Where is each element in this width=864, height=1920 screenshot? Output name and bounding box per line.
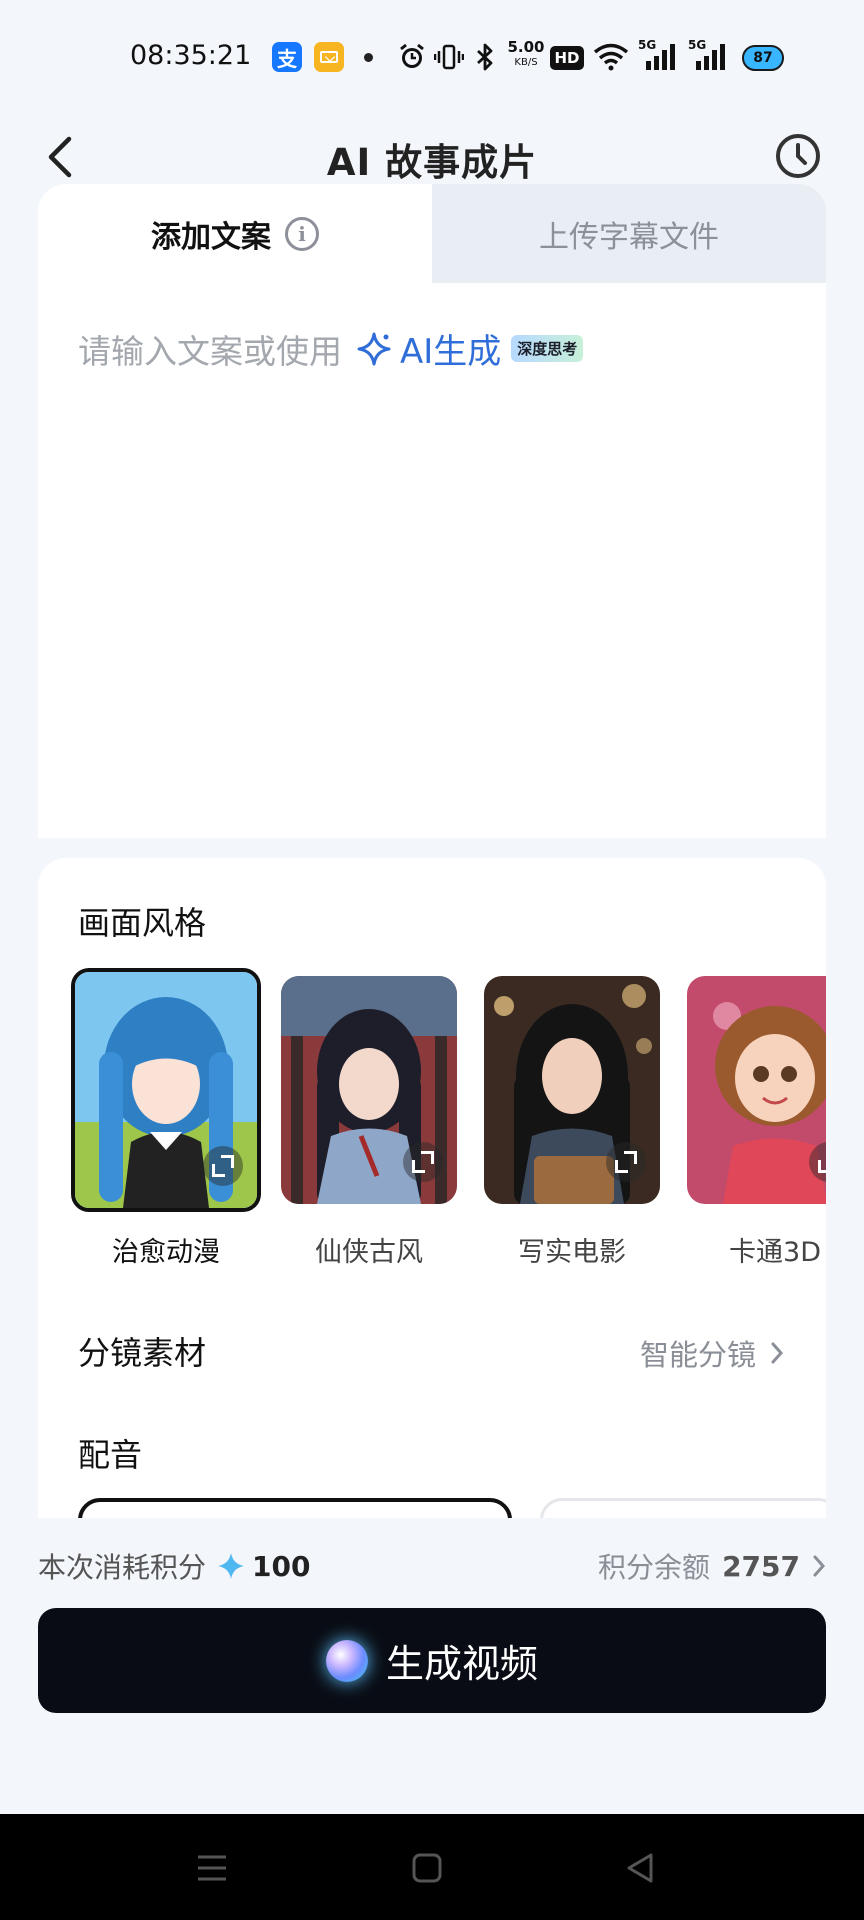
signal-5g-icon: 5G	[688, 38, 728, 72]
script-input[interactable]: 请输入文案或使用 AI生成 深度思考	[78, 324, 584, 373]
wifi-icon	[592, 42, 630, 72]
voice-option[interactable]	[78, 1498, 512, 1518]
mail-icon	[314, 42, 344, 72]
expand-icon[interactable]	[403, 1142, 443, 1182]
style-thumbnail	[484, 976, 660, 1204]
page-title: AI 故事成片	[326, 141, 538, 184]
style-thumbnail	[71, 968, 261, 1212]
deep-think-badge: 深度思考	[511, 335, 584, 362]
cost-value: 100	[252, 1549, 311, 1583]
cost-info: 本次消耗积分 100	[38, 1546, 310, 1586]
balance-label: 积分余额	[598, 1551, 711, 1584]
generate-video-button[interactable]: 生成视频	[38, 1608, 826, 1713]
back-triangle-icon[interactable]	[610, 1840, 670, 1896]
generate-label: 生成视频	[385, 1642, 538, 1686]
speed-unit: KB/S	[514, 57, 538, 68]
hd-icon: HD	[550, 46, 584, 70]
style-label: 写实电影	[518, 1237, 626, 1268]
bluetooth-icon	[472, 42, 498, 72]
style-thumbnail	[687, 976, 826, 1204]
ai-orb-icon	[325, 1639, 368, 1682]
storyboard-selector[interactable]: 智能分镜	[640, 1332, 784, 1374]
cost-label: 本次消耗积分	[38, 1551, 207, 1584]
history-button[interactable]	[772, 130, 824, 182]
vibrate-icon	[434, 42, 464, 72]
tab-upload-subtitles[interactable]: 上传字幕文件	[432, 184, 826, 283]
style-label: 仙侠古风	[315, 1237, 423, 1268]
info-icon[interactable]: i	[285, 216, 319, 251]
signal-label: 5G	[638, 38, 657, 52]
style-label: 治愈动漫	[112, 1237, 220, 1268]
status-bar: 08:35:21 支 5.00 KB/S HD 5G 5G 87	[0, 0, 864, 110]
signal-5g-icon: 5G	[638, 38, 678, 72]
tab-label: 上传字幕文件	[539, 219, 719, 255]
speed-value: 5.00	[507, 38, 545, 56]
balance-link[interactable]: 积分余额 2757	[598, 1546, 826, 1586]
clock-history-icon	[776, 134, 820, 178]
style-label: 卡通3D	[729, 1237, 821, 1268]
home-icon[interactable]	[397, 1840, 457, 1896]
ai-generate-label: AI生成	[400, 332, 502, 372]
signal-label: 5G	[688, 38, 707, 52]
script-placeholder: 请输入文案或使用	[78, 331, 342, 371]
chevron-right-icon	[771, 1342, 784, 1364]
expand-icon[interactable]	[203, 1146, 243, 1186]
settings-card: 画面风格 治愈动漫 仙侠古风 写实电影 卡通3D 分镜素材 智能分镜 配音	[38, 858, 826, 1518]
tab-add-script[interactable]: 添加文案 i	[38, 184, 432, 283]
tab-label: 添加文案	[151, 219, 271, 255]
battery-icon: 87	[742, 45, 784, 71]
style-thumbnail	[281, 976, 457, 1204]
points-sparkle-icon	[218, 1553, 245, 1579]
alipay-icon: 支	[272, 42, 302, 72]
cost-row: 本次消耗积分 100 积分余额 2757	[38, 1546, 826, 1588]
balance-value: 2757	[722, 1549, 800, 1583]
alarm-icon	[397, 42, 427, 72]
sparkle-icon	[357, 332, 391, 365]
system-nav-bar	[0, 1814, 864, 1920]
ai-generate-button[interactable]: AI生成	[356, 324, 501, 373]
storyboard-value: 智能分镜	[639, 1338, 756, 1372]
expand-icon[interactable]	[606, 1142, 646, 1182]
notification-dot-icon	[363, 42, 373, 72]
voice-option[interactable]	[540, 1498, 826, 1518]
menu-icon[interactable]	[182, 1840, 242, 1896]
style-list: 治愈动漫 仙侠古风 写实电影 卡通3D	[71, 968, 826, 1276]
script-editor: 上传字幕文件 添加文案 i 请输入文案或使用 AI生成 深度思考	[38, 184, 826, 838]
style-section-title: 画面风格	[78, 904, 207, 942]
status-time: 08:35:21	[130, 40, 252, 71]
storyboard-title: 分镜素材	[78, 1334, 207, 1372]
chevron-right-icon	[813, 1555, 826, 1577]
voice-title: 配音	[78, 1436, 143, 1474]
network-speed: 5.00 KB/S	[504, 40, 548, 70]
